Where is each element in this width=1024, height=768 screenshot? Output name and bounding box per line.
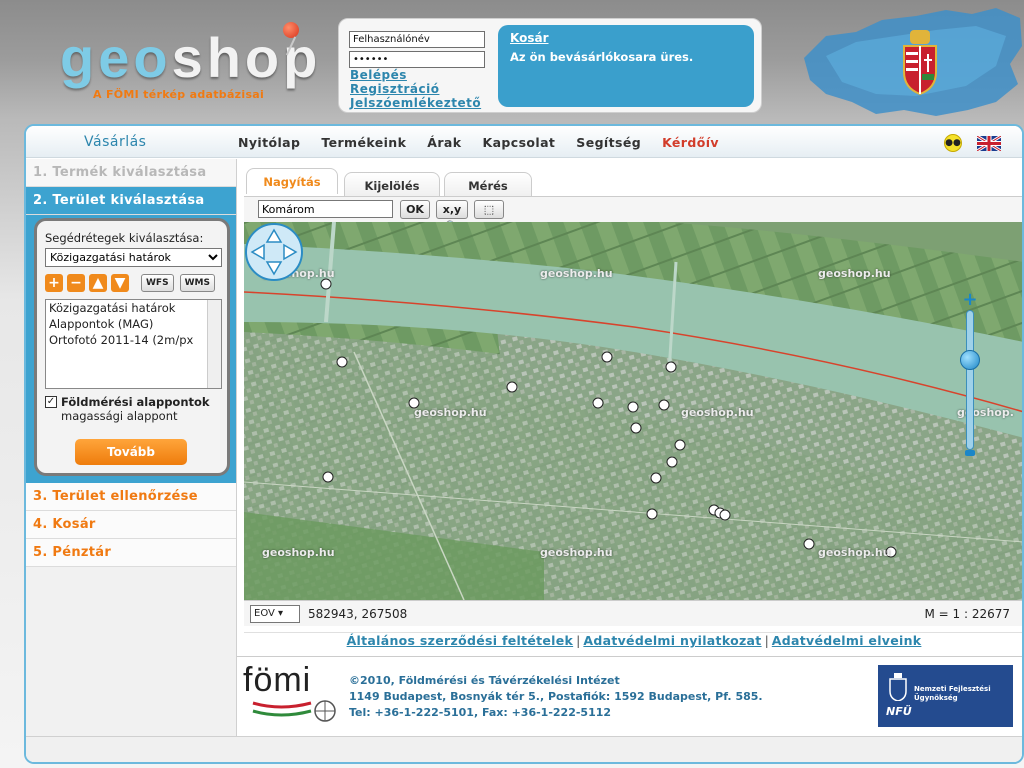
fomi-logo-waves-icon [252, 700, 336, 722]
address-line: 1149 Budapest, Bosnyák tér 5., Postafiók… [349, 690, 763, 703]
login-box: Belépés Regisztráció Jelszóemlékeztető K… [338, 18, 762, 113]
step-sidebar: 1. Termék kiválasztása 2. Terület kivála… [26, 159, 237, 762]
cart-message: Az ön bevásárlókosara üres. [510, 50, 694, 64]
layer-list-scrollbar[interactable] [207, 300, 221, 388]
coordinate-readout: 582943, 267508 [308, 607, 408, 621]
menu-products[interactable]: Termékeink [321, 135, 406, 150]
copyright-line: ©2010, Földmérési és Távérzékelési Intéz… [349, 674, 620, 687]
nfu-short: NFÜ [886, 705, 912, 718]
map-tabs: Nagyítás Kijelölés Mérés [246, 168, 546, 198]
map-watermark: geoshop.hu [818, 546, 891, 559]
zoom-slider-handle[interactable] [960, 350, 980, 370]
login-link[interactable]: Belépés [350, 68, 407, 82]
coordinate-search-button[interactable]: x,y🔍 [436, 200, 468, 233]
footer-links: Általános szerződési feltételek | Adatvéde… [244, 632, 1022, 656]
footer-address: ©2010, Földmérési és Távérzékelési Intéz… [349, 673, 763, 721]
search-ok-button[interactable]: OK [400, 200, 430, 219]
step-checkout[interactable]: 5. Pénztár [26, 539, 236, 567]
cart-box: Kosár Az ön bevásárlókosara üres. [498, 25, 754, 107]
remove-layer-button[interactable]: − [67, 274, 85, 292]
step-cart[interactable]: 4. Kosár [26, 511, 236, 539]
list-item[interactable]: Alappontok (MAG) [46, 316, 221, 332]
pan-control-icon[interactable] [244, 222, 304, 282]
projection-value: EOV [254, 608, 275, 619]
step-product-selection[interactable]: 1. Termék kiválasztása [26, 159, 236, 187]
geoshop-logo[interactable]: geoshop [60, 30, 321, 86]
list-item[interactable]: Ortofotó 2011-14 (2m/px [46, 332, 221, 348]
zoom-slider[interactable] [966, 310, 974, 450]
area-panel-wrap: Segédrétegek kiválasztása: Közigazgatási… [26, 215, 236, 483]
terms-link[interactable]: Általános szerződési feltételek [347, 633, 574, 648]
survey-points-checkbox-row: ✓ Földmérési alappontok magassági alappo… [45, 395, 219, 423]
tagline: A FÖMI térkép adatbázisai [93, 88, 265, 101]
aerial-map-image [244, 222, 1022, 600]
zoom-box-icon[interactable]: ⬚ [474, 200, 504, 219]
survey-points-checkbox[interactable]: ✓ [45, 396, 57, 408]
helper-layers-label: Segédrétegek kiválasztása: [45, 231, 204, 245]
zoom-in-button[interactable]: + [962, 291, 978, 309]
register-link[interactable]: Regisztráció [350, 82, 439, 96]
nav-title: Vásárlás [84, 134, 147, 150]
map-statusbar: EOV ▾ 582943, 267508 M = 1 : 22677 [244, 600, 1022, 626]
map-watermark: geoshop.hu [414, 406, 487, 419]
uk-flag-icon[interactable] [977, 136, 1001, 151]
phone-line: Tel: +36-1-222-5101, Fax: +36-1-222-5112 [349, 706, 612, 719]
step-area-check[interactable]: 3. Terület ellenőrzése [26, 483, 236, 511]
map-watermark: geoshop.hu [681, 406, 754, 419]
nfu-name: Nemzeti Fejlesztési Ügynökség [914, 685, 991, 702]
menu-survey[interactable]: Kérdőív [662, 135, 719, 150]
zoom-out-button[interactable] [965, 450, 975, 456]
menu-help[interactable]: Segítség [576, 135, 641, 150]
helper-layers-panel: Segédrétegek kiválasztása: Közigazgatási… [34, 218, 230, 476]
accessibility-icon[interactable]: ●● [944, 134, 962, 152]
map-pin-icon [283, 22, 299, 38]
main-frame: Vásárlás Nyitólap Termékeink Árak Kapcso… [24, 124, 1024, 764]
next-button[interactable]: Tovább [75, 439, 187, 465]
menu-contact[interactable]: Kapcsolat [482, 135, 555, 150]
wms-button[interactable]: WMS [179, 274, 215, 292]
map-watermark: geoshop.hu [540, 267, 613, 280]
main-menu: Nyitólap Termékeink Árak Kapcsolat Segít… [238, 135, 719, 150]
helper-layer-select[interactable]: Közigazgatási határok [45, 248, 222, 267]
tab-measure[interactable]: Mérés [444, 172, 532, 198]
move-down-button[interactable]: ▼ [111, 274, 129, 292]
menu-home[interactable]: Nyitólap [238, 135, 300, 150]
place-search-input[interactable] [258, 200, 393, 218]
privacy-principles-link[interactable]: Adatvédelmi elveink [772, 633, 922, 648]
layer-buttons: + − ▲ ▼ WFS WMS [45, 274, 219, 292]
survey-points-label: Földmérési alappontok [61, 395, 210, 409]
tab-selection[interactable]: Kijelölés [344, 172, 440, 198]
password-input[interactable] [349, 51, 485, 68]
layer-list[interactable]: Közigazgatási határok Alappontok (MAG) O… [45, 299, 222, 389]
footer: fömi ©2010, Földmérési és Távérzékelési … [237, 656, 1022, 736]
hungarian-crest-icon [903, 30, 937, 96]
map-view[interactable]: geoshop.hu geoshop.hu geoshop.hu geoshop… [244, 222, 1022, 600]
username-input[interactable] [349, 31, 485, 48]
map-toolbar: OK x,y🔍 ⬚ [244, 196, 1022, 233]
logo-geo-text: geo [60, 26, 172, 89]
map-watermark: geoshop.hu [262, 546, 335, 559]
nfu-crest-icon [889, 673, 907, 701]
map-watermark: geoshop.hu [818, 267, 891, 280]
map-watermark: geoshop.hu [540, 546, 613, 559]
add-layer-button[interactable]: + [45, 274, 63, 292]
fomi-logo[interactable]: fömi [243, 661, 311, 700]
menu-prices[interactable]: Árak [427, 135, 461, 150]
nfu-logo[interactable]: NFÜ Nemzeti Fejlesztési Ügynökség [878, 665, 1013, 727]
list-item[interactable]: Közigazgatási határok [46, 300, 221, 316]
map-scale: M = 1 : 22677 [924, 607, 1010, 621]
cart-link[interactable]: Kosár [510, 31, 742, 45]
logo-shop-text: shop [171, 26, 322, 89]
step-area-selection[interactable]: 2. Terület kiválasztása [26, 187, 236, 215]
elevation-points-label: magassági alappont [61, 409, 178, 423]
tab-zoom[interactable]: Nagyítás [246, 168, 338, 194]
password-reminder-link[interactable]: Jelszóemlékeztető [350, 96, 481, 110]
privacy-statement-link[interactable]: Adatvédelmi nyilatkozat [583, 633, 761, 648]
move-up-button[interactable]: ▲ [89, 274, 107, 292]
bottom-bar [26, 736, 1022, 762]
xy-label: x,y [442, 203, 462, 216]
wfs-button[interactable]: WFS [141, 274, 174, 292]
top-navbar: Vásárlás Nyitólap Termékeink Árak Kapcso… [26, 126, 1022, 158]
projection-select[interactable]: EOV ▾ [250, 605, 300, 623]
